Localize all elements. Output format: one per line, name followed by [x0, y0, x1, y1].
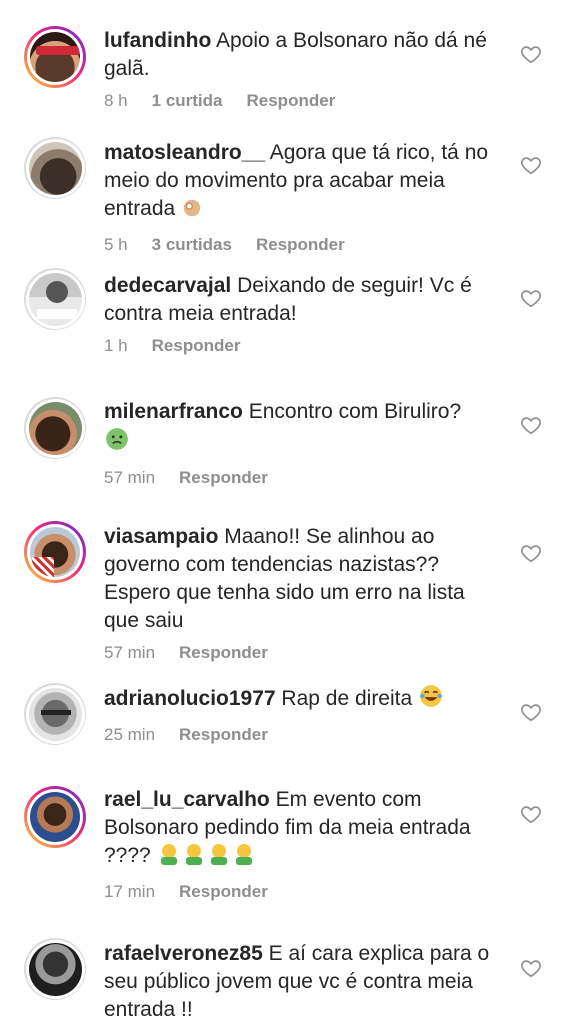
reply-button[interactable]: Responder	[179, 468, 268, 488]
comment-text-wrap: rafaelveronez85 E aí cara explica para o…	[104, 940, 504, 1024]
comment-time: 1 h	[104, 336, 128, 355]
comment-meta: 25 min Responder	[104, 725, 504, 745]
comment-likes[interactable]: 3 curtidas	[152, 235, 232, 255]
reply-button[interactable]: Responder	[152, 336, 241, 356]
comment-meta: 17 min Responder	[104, 882, 504, 902]
comment-username[interactable]: lufandinho	[104, 29, 211, 52]
comment-time: 25 min	[104, 725, 156, 744]
comment-username[interactable]: dedecarvajal	[104, 274, 231, 297]
comment-text-wrap: lufandinho Apoio a Bolsonaro não dá né g…	[104, 27, 504, 83]
heart-outline-icon[interactable]	[520, 414, 542, 436]
comment-time: 5 h	[104, 235, 128, 254]
avatar[interactable]	[24, 26, 86, 88]
comment-meta: 57 min Responder	[104, 468, 504, 488]
comment-time: 17 min	[104, 882, 156, 901]
avatar[interactable]	[24, 938, 86, 1000]
comment-time: 57 min	[104, 468, 156, 487]
comment-meta: 5 h 3 curtidas Responder	[104, 235, 504, 255]
comment-username[interactable]: adrianolucio1977	[104, 687, 276, 710]
comment-text: Encontro com Biruliro?	[248, 400, 462, 423]
heart-outline-icon[interactable]	[520, 957, 542, 979]
comment-time: 8 h	[104, 91, 128, 110]
comment-text-wrap: adrianolucio1977 Rap de direita	[104, 683, 504, 717]
comment-text-wrap: dedecarvajal Deixando de seguir! Vc é co…	[104, 272, 504, 328]
reply-button[interactable]: Responder	[256, 235, 345, 255]
nauseated-face-emoji-icon	[104, 426, 130, 460]
reply-button[interactable]: Responder	[179, 725, 268, 745]
comment-username[interactable]: matosleandro__	[104, 141, 265, 164]
comment-meta: 1 h Responder	[104, 336, 504, 356]
comment-meta: 8 h 1 curtida Responder	[104, 91, 504, 111]
heart-outline-icon[interactable]	[520, 701, 542, 723]
ok-hand-emoji-icon	[181, 197, 203, 227]
comment-time: 57 min	[104, 643, 156, 662]
avatar[interactable]	[24, 268, 86, 330]
comment-username[interactable]: rael_lu_carvalho	[104, 788, 270, 811]
avatar[interactable]	[24, 397, 86, 459]
comment-text-wrap: matosleandro__ Agora que tá rico, tá no …	[104, 139, 504, 227]
heart-outline-icon[interactable]	[520, 803, 542, 825]
facepalm-emoji-icon	[157, 842, 257, 874]
avatar[interactable]	[24, 683, 86, 745]
avatar[interactable]	[24, 786, 86, 848]
laughing-tears-emoji-icon	[418, 683, 444, 717]
comment-username[interactable]: viasampaio	[104, 525, 218, 548]
comment-username[interactable]: rafaelveronez85	[104, 942, 263, 965]
comment-likes[interactable]: 1 curtida	[152, 91, 223, 111]
heart-outline-icon[interactable]	[520, 287, 542, 309]
heart-outline-icon[interactable]	[520, 43, 542, 65]
comment-text-wrap: rael_lu_carvalho Em evento com Bolsonaro…	[104, 786, 504, 874]
avatar[interactable]	[24, 137, 86, 199]
avatar[interactable]	[24, 521, 86, 583]
heart-outline-icon[interactable]	[520, 542, 542, 564]
comment-meta: 57 min Responder	[104, 643, 504, 663]
heart-outline-icon[interactable]	[520, 154, 542, 176]
reply-button[interactable]: Responder	[179, 643, 268, 663]
comment-text-wrap: viasampaio Maano!! Se alinhou ao governo…	[104, 523, 504, 635]
comment-text: Rap de direita	[281, 687, 413, 710]
comment-text-wrap: milenarfranco Encontro com Biruliro?	[104, 398, 504, 460]
reply-button[interactable]: Responder	[247, 91, 336, 111]
reply-button[interactable]: Responder	[179, 882, 268, 902]
comment-username[interactable]: milenarfranco	[104, 400, 243, 423]
